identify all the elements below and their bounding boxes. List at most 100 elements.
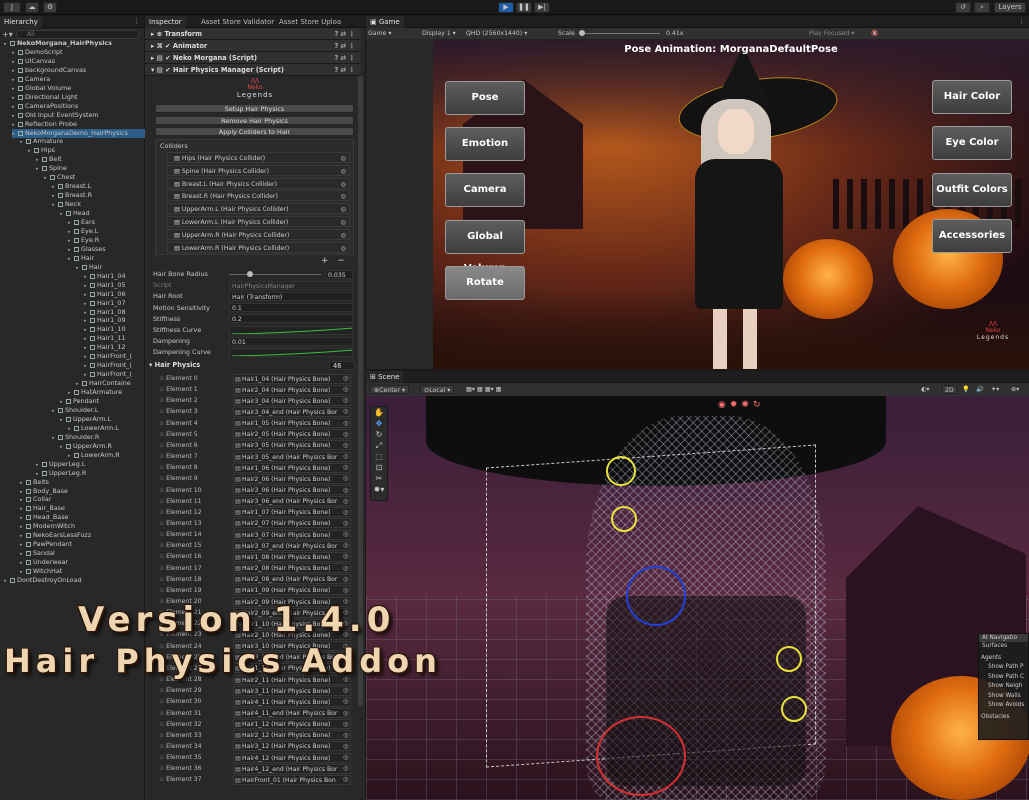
collider-field[interactable]: ▤ LowerArm.R (Hair Physics Collider) ◎ — [167, 241, 350, 253]
draw-mode-icon[interactable]: ◐▾ — [921, 383, 930, 396]
hair-bone-field[interactable]: ▤ Hair2_12 (Hair Physics Bone) — [233, 730, 351, 741]
component-menu-icon[interactable]: ? ⇄ ⋮ — [334, 28, 355, 40]
game-customize-button[interactable]: Accessories — [932, 218, 1012, 253]
hierarchy-item[interactable]: ▸ Collar — [20, 495, 51, 504]
object-picker-icon[interactable]: ◎ — [341, 230, 346, 241]
hair-bone-field[interactable]: ▤ Hair3_05 (Hair Physics Bone) — [233, 440, 351, 451]
gizmos-icon[interactable]: ⊕▾ — [1011, 383, 1019, 396]
component-menu-icon[interactable]: ? ⇄ ⋮ — [334, 40, 355, 52]
radius-value[interactable]: 0.035 — [325, 269, 353, 279]
hierarchy-item[interactable]: ▸ Belts — [20, 478, 49, 487]
radius-slider[interactable] — [229, 273, 321, 275]
object-picker-icon[interactable]: ◎ — [341, 179, 346, 190]
ai-navigation-item[interactable]: Surfaces — [979, 642, 1028, 652]
ai-navigation-item[interactable]: Obstacles — [979, 713, 1028, 723]
hierarchy-item[interactable]: ▸ Shoulder.R — [52, 433, 99, 442]
property-value[interactable]: 0.1 — [229, 303, 353, 313]
hair-bone-field[interactable]: ▤ Hair1_12 (Hair Physics Bone) — [233, 719, 351, 730]
tools-dropdown-icon[interactable]: ✸▾ — [371, 484, 387, 495]
hair-bone-field[interactable]: ▤ Hair1_07 (Hair Physics Bone) — [233, 507, 351, 518]
object-picker-icon[interactable]: ◎ — [343, 563, 349, 574]
hierarchy-item[interactable]: ▸ Eye.R — [68, 236, 99, 245]
hair-bone-field[interactable]: ▤ Hair3_06 (Hair Physics Bone) — [233, 485, 351, 495]
hierarchy-item[interactable]: ▸ HairFront_( — [84, 361, 132, 370]
game-menu-button[interactable]: Global Volumn — [445, 219, 525, 274]
game-customize-button[interactable]: Hair Color — [932, 80, 1012, 114]
object-picker-icon[interactable]: ◎ — [343, 730, 349, 741]
hair-bone-field[interactable]: ▤ Hair3_04_end (Hair Physics Bor — [233, 406, 351, 417]
scene-viewport[interactable]: ✋ ✥ ↻ ⤢ ⬚ ⊡ ✂ ✸▾ ◉✹✺↻ AI Navigatio Surfa… — [366, 396, 1029, 800]
object-picker-icon[interactable]: ◎ — [343, 406, 349, 417]
undo-history-icon[interactable]: ↺ — [955, 2, 971, 13]
hierarchy-item[interactable]: ▸ Breast.L — [52, 182, 91, 191]
hair-bone-field[interactable]: ▤ Hair3_06_end (Hair Physics Bor — [233, 496, 351, 507]
hierarchy-item[interactable]: ▸ Hair1_04 — [84, 272, 126, 281]
minus-icon[interactable]: − — [337, 256, 345, 266]
hair-bone-field[interactable]: ▤ Hair1_06 (Hair Physics Bone) — [233, 462, 351, 473]
game-menu-button[interactable]: Camera — [445, 173, 525, 208]
object-picker-icon[interactable]: ◎ — [343, 540, 349, 551]
hierarchy-item[interactable]: ▸ Hair — [76, 263, 102, 272]
component-animator[interactable]: ▸ ⌘ ✔ Animator? ⇄ ⋮ — [145, 40, 361, 52]
display-dropdown[interactable]: Display 1 ▾ — [422, 28, 456, 39]
object-picker-icon[interactable]: ◎ — [343, 518, 349, 529]
hierarchy-item[interactable]: ▸ Sandal — [20, 549, 55, 558]
hierarchy-item[interactable]: ▸ NekoMorgana_HairPhysics — [4, 39, 112, 48]
hierarchy-item[interactable]: ▸ Hair1_05 — [84, 281, 126, 290]
setup-hair-physics-button[interactable]: Setup Hair Physics — [155, 104, 354, 113]
hierarchy-item[interactable]: ▸ NekoEarsLessFuzz — [20, 531, 91, 540]
hair-bone-field[interactable]: ▤ Hair1_05 (Hair Physics Bone) — [233, 418, 351, 429]
component-menu-icon[interactable]: ? ⇄ ⋮ — [334, 64, 355, 76]
lighting-icon[interactable]: 💡 — [962, 383, 970, 396]
hair-bone-field[interactable]: ▤ Hair1_04 (Hair Physics Bone) — [233, 373, 351, 384]
hierarchy-item[interactable]: ▸ Pendant — [60, 397, 99, 406]
hierarchy-item[interactable]: ▸ ModernWitch — [20, 522, 75, 531]
hair-bone-field[interactable]: ▤ Hair2_08_end (Hair Physics Bor — [233, 574, 351, 585]
hierarchy-item[interactable]: ▸ Armature — [20, 137, 63, 146]
hierarchy-item[interactable]: ▸ Hair1_11 — [84, 334, 126, 343]
effects-icon[interactable]: ✦▾ — [991, 383, 999, 396]
object-picker-icon[interactable]: ◎ — [343, 708, 349, 719]
hierarchy-item[interactable]: ▸ Camera — [12, 75, 50, 84]
hierarchy-item[interactable]: ▸ Underwear — [20, 558, 68, 567]
hair-bone-field[interactable]: ▤ Hair1_08 (Hair Physics Bone) — [233, 551, 351, 562]
game-mode-dropdown[interactable]: Game ▾ — [368, 28, 392, 39]
tab-asset-store-validator[interactable]: Asset Store Validator — [197, 16, 278, 28]
hair-bone-field[interactable]: ▤ Hair2_06 (Hair Physics Bone) — [233, 473, 351, 484]
object-picker-icon[interactable]: ◎ — [343, 529, 349, 540]
property-value[interactable] — [229, 347, 353, 357]
ai-navigation-item[interactable]: Show Path P — [979, 663, 1028, 673]
hierarchy-item[interactable]: ▸ NekoMorganaDemo_HairPhysics — [12, 128, 152, 138]
hierarchy-item[interactable]: ▸ Belt — [36, 155, 62, 164]
refresh-overlay-icon[interactable]: ↻ — [753, 400, 765, 410]
grid-snap-icon[interactable]: ▦▾ ▦ ▦▾ ▦ — [466, 383, 502, 396]
object-picker-icon[interactable]: ◎ — [343, 551, 349, 562]
apply-colliders-button[interactable]: Apply Colliders to Hair — [155, 127, 354, 136]
object-picker-icon[interactable]: ◎ — [343, 373, 349, 384]
hierarchy-item[interactable]: ▸ Head_Base — [20, 513, 68, 522]
space-dropdown[interactable]: ⊙Local ▾ — [420, 385, 455, 394]
hair-bone-field[interactable]: ▤ Hair2_04 (Hair Physics Bone) — [233, 384, 351, 395]
hierarchy-item[interactable]: ▸ Breast.R — [52, 191, 92, 200]
hierarchy-item[interactable]: ▸ Head — [60, 209, 90, 218]
object-picker-icon[interactable]: ◎ — [343, 418, 349, 429]
remove-hair-physics-button[interactable]: Remove Hair Physics — [155, 116, 354, 125]
game-menu-button[interactable]: Rotate — [445, 265, 525, 300]
object-picker-icon[interactable]: ◎ — [343, 485, 349, 496]
object-picker-icon[interactable]: ◎ — [343, 451, 349, 462]
object-picker-icon[interactable]: ◎ — [343, 395, 349, 406]
tab-inspector[interactable]: Inspector — [145, 16, 186, 28]
hierarchy-item[interactable]: ▸ LowerArm.R — [68, 451, 120, 460]
object-picker-icon[interactable]: ◎ — [343, 685, 349, 696]
transform-tool-icon[interactable]: ⊡ — [371, 462, 387, 473]
ai-navigation-item[interactable]: Show Avoids — [979, 701, 1028, 711]
play-button[interactable]: ▶ — [498, 2, 514, 13]
scale-slider-handle[interactable] — [579, 30, 585, 36]
hair-bone-field[interactable]: ▤ Hair4_11 (Hair Physics Bone) — [233, 696, 351, 707]
hierarchy-item[interactable]: ▸ Hair1_07 — [84, 299, 126, 308]
hierarchy-item[interactable]: ▸ Neck — [52, 200, 81, 209]
tab-scene[interactable]: ⊞ Scene — [366, 371, 404, 383]
custom-tool-icon[interactable]: ✂ — [371, 473, 387, 484]
object-picker-icon[interactable]: ◎ — [341, 166, 346, 177]
layers-dropdown[interactable]: Layers — [994, 2, 1026, 13]
